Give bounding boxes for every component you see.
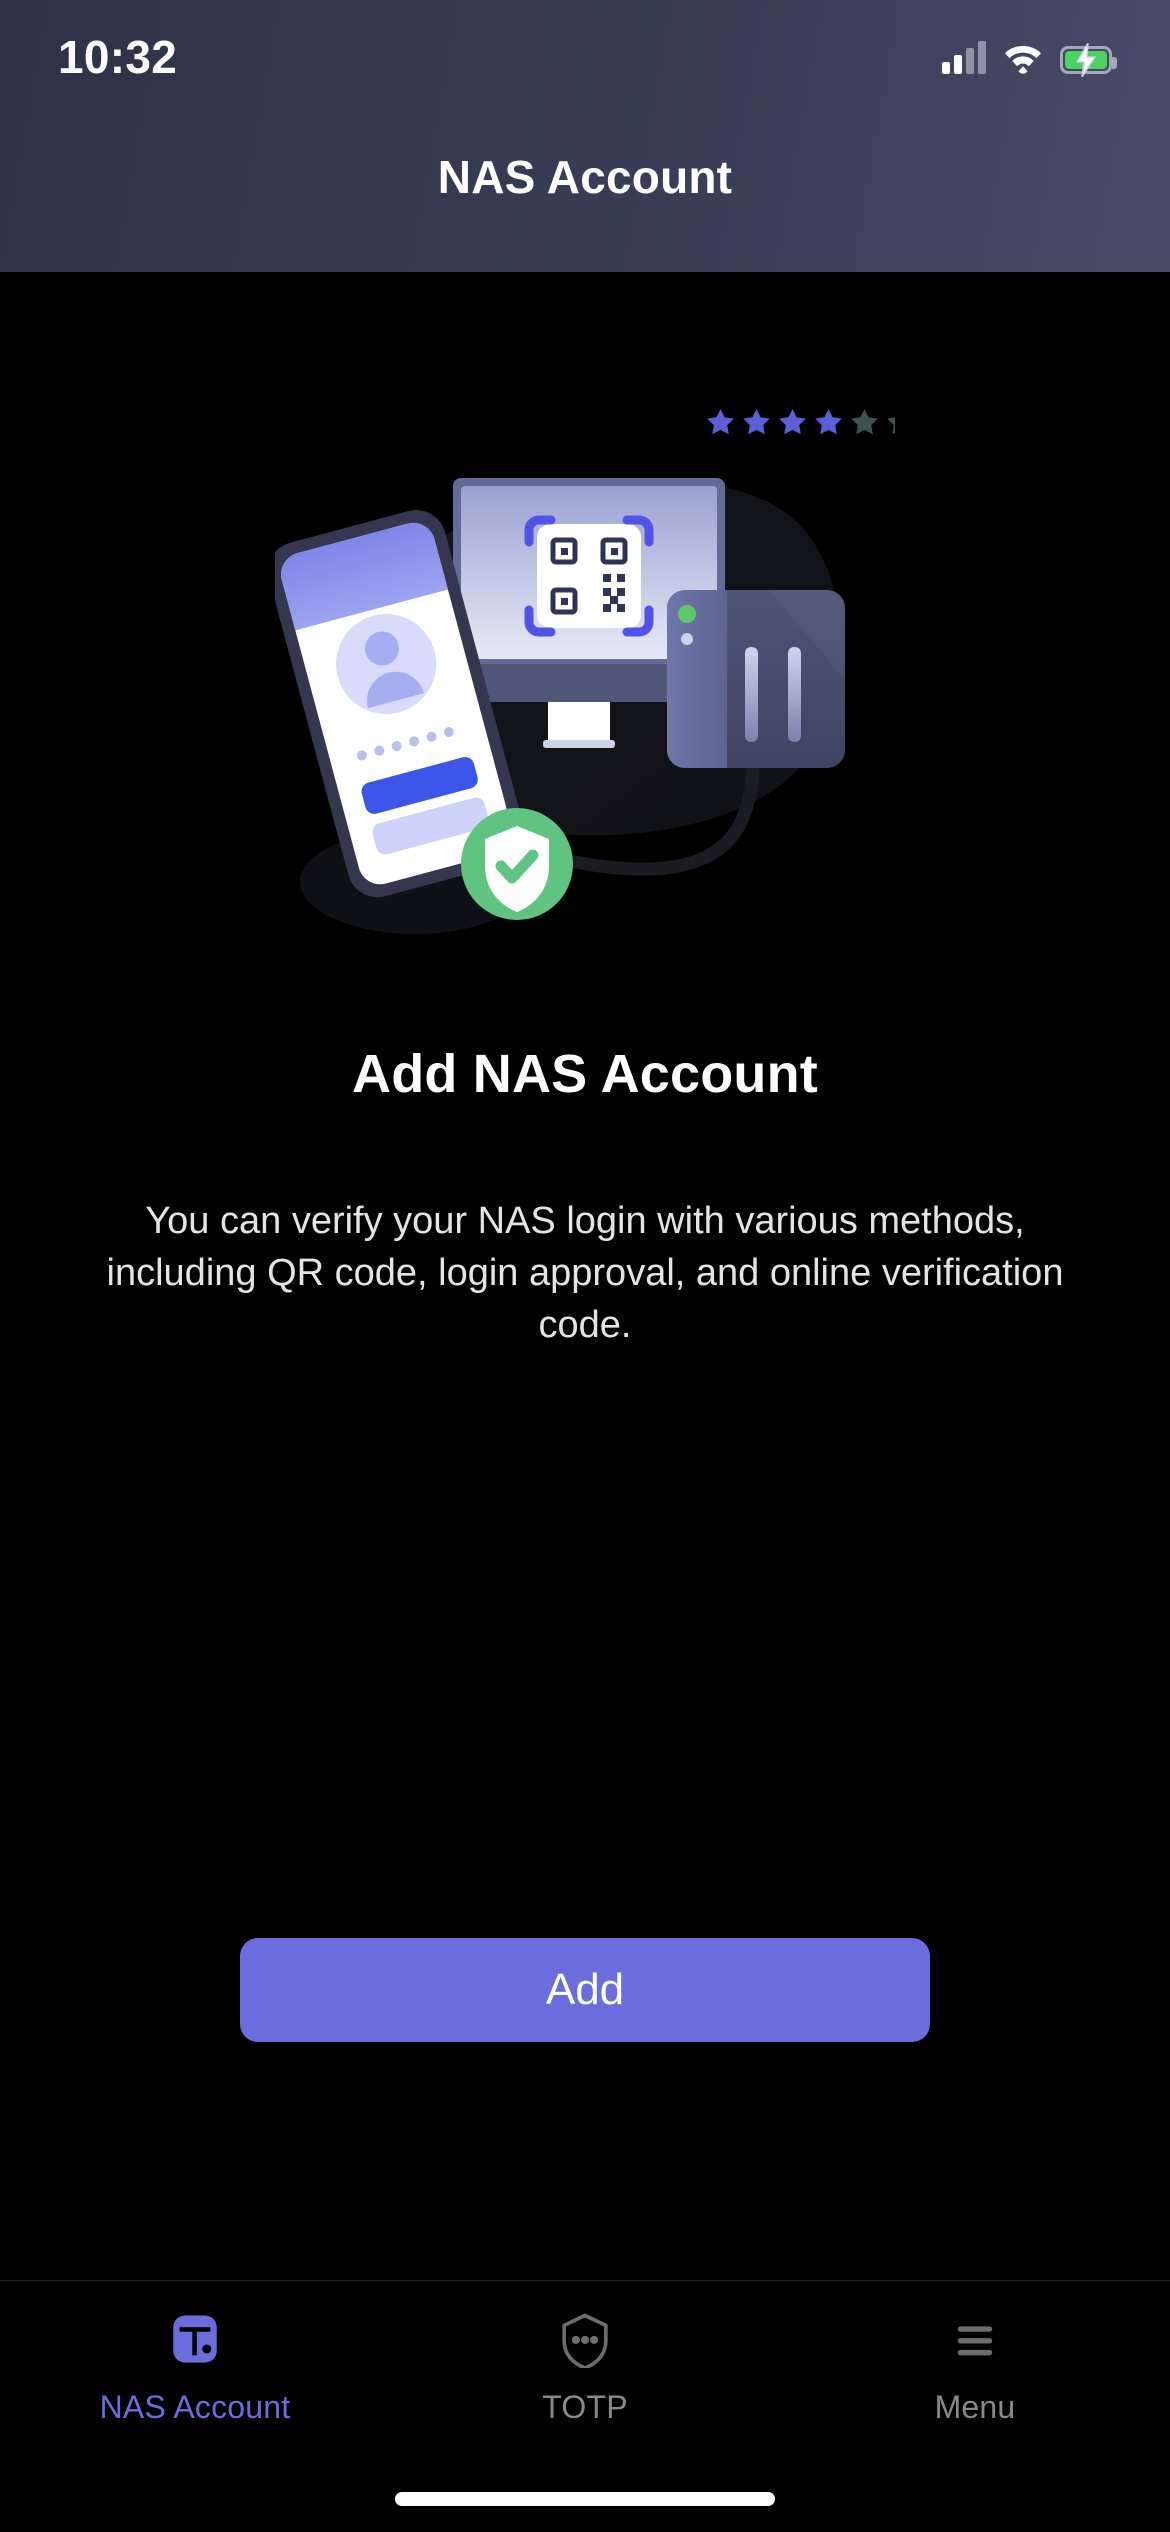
charging-bolt-icon [1076,43,1096,77]
tab-nas-account[interactable]: NAS Account [0,2281,390,2426]
tab-menu[interactable]: Menu [780,2281,1170,2426]
green-shield-check [461,808,573,920]
cellular-signal-icon [942,40,986,74]
battery-charging-icon [1060,43,1117,77]
page-title: NAS Account [437,151,733,203]
shield-dots-icon [549,2303,621,2375]
status-time: 10:32 [58,31,178,83]
tab-label-totp: TOTP [542,2389,628,2425]
nas-account-illustration [275,402,895,972]
status-bar: 10:32 [0,0,1170,96]
tab-totp[interactable]: TOTP [390,2281,780,2426]
app-screen: 10:32 NAS Account Add NAS Account You ca… [0,0,1170,2532]
home-indicator[interactable] [395,2492,775,2506]
tab-label-menu: Menu [934,2389,1016,2425]
main-description: You can verify your NAS login with vario… [106,1200,1064,1346]
nas-server-device [667,590,845,768]
hamburger-menu-icon [939,2303,1011,2375]
nas-device-icon [159,2303,231,2375]
add-button[interactable]: Add [240,1938,930,2042]
main-heading: Add NAS Account [352,1044,818,1104]
tab-label-nas-account: NAS Account [99,2389,291,2425]
status-icons [942,40,1117,77]
app-header: 10:32 NAS Account [0,0,1170,272]
rating-stars [707,409,895,435]
wifi-icon [1003,42,1043,74]
